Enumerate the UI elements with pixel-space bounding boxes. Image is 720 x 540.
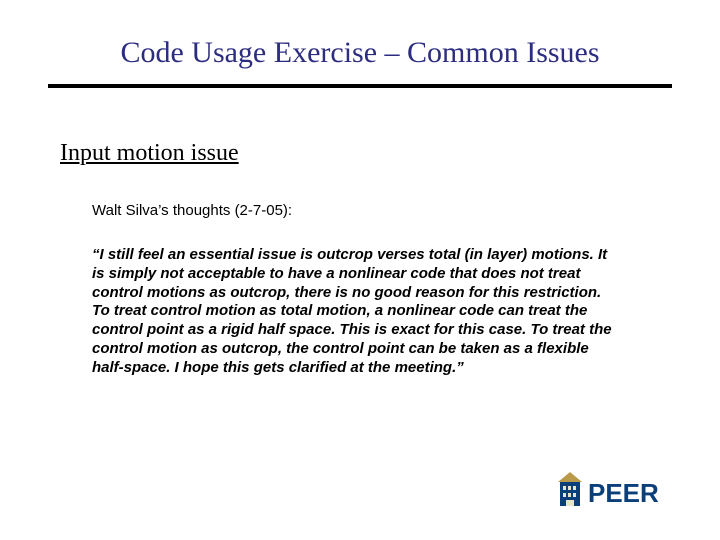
- peer-logo: PEER: [554, 464, 684, 514]
- logo-text: PEER: [588, 478, 659, 508]
- peer-logo-svg: PEER: [554, 464, 684, 514]
- quote-block: “I still feel an essential issue is outc…: [92, 246, 622, 377]
- lead-line: Walt Silva’s thoughts (2-7-05):: [92, 202, 292, 219]
- slide-title: Code Usage Exercise – Common Issues: [0, 36, 720, 70]
- slide-subtitle: Input motion issue: [60, 140, 239, 167]
- slide: Code Usage Exercise – Common Issues Inpu…: [0, 0, 720, 540]
- title-rule: [48, 84, 672, 88]
- logo-building-icon: [558, 472, 582, 506]
